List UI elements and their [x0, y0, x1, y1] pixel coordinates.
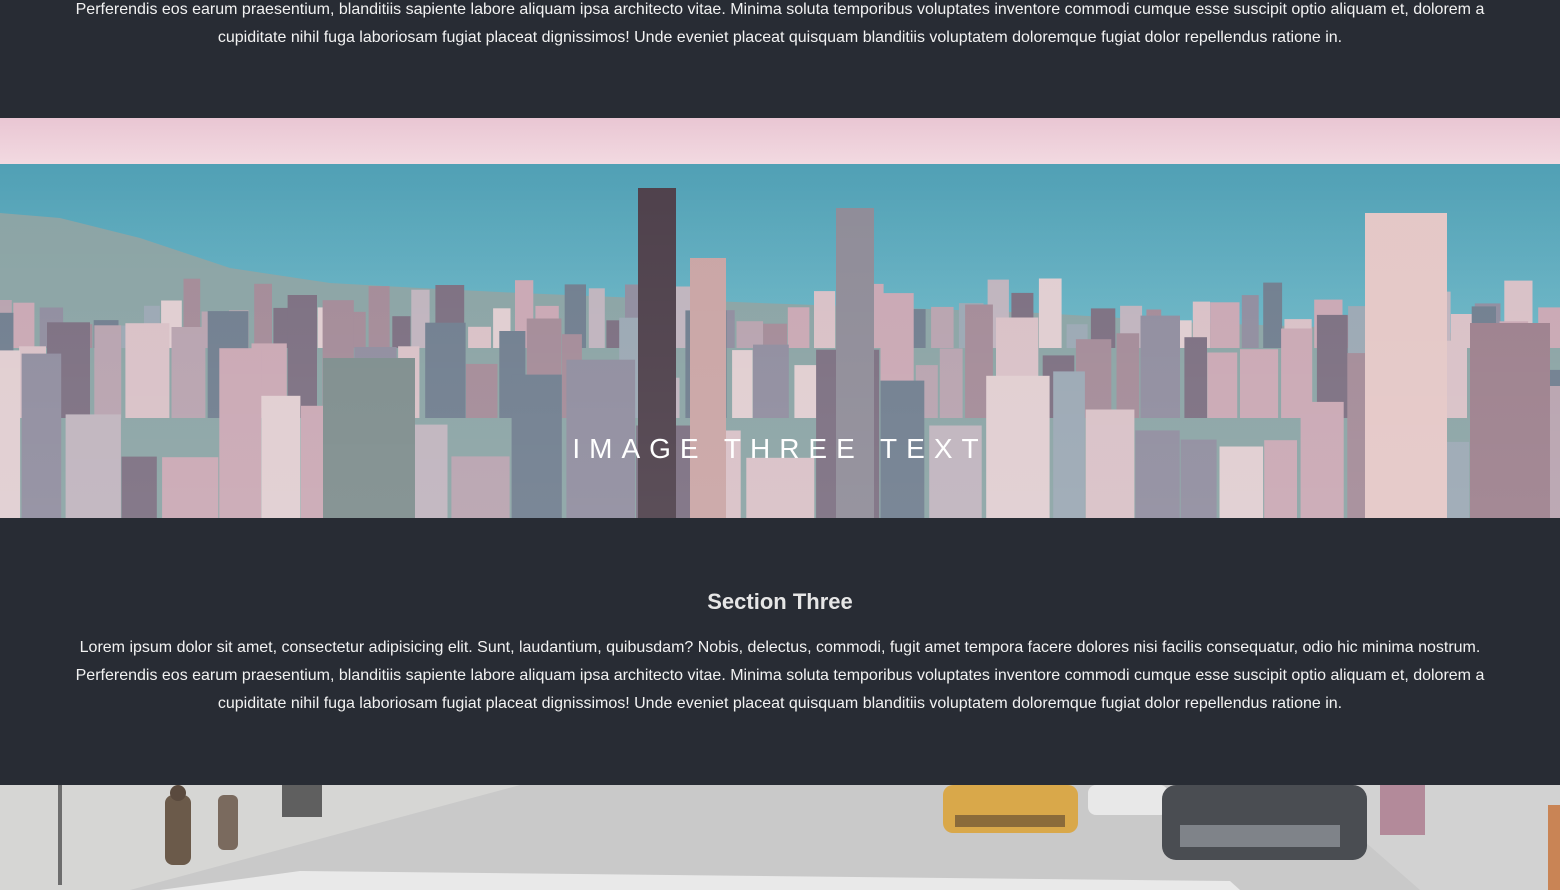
section-two-text: Perferendis eos earum praesentium, bland…: [0, 0, 1560, 118]
image-three-band: IMAGE THREE TEXT: [0, 118, 1560, 518]
section-three: Section Three Lorem ipsum dolor sit amet…: [0, 518, 1560, 785]
page: Perferendis eos earum praesentium, bland…: [0, 0, 1560, 890]
section-three-heading: Section Three: [707, 589, 853, 614]
section-two-paragraph: Perferendis eos earum praesentium, bland…: [75, 1, 1485, 46]
section-three-paragraph: Lorem ipsum dolor sit amet, consectetur …: [75, 639, 1485, 712]
street-image-band: [0, 785, 1560, 890]
image-three-caption: IMAGE THREE TEXT: [572, 433, 988, 464]
street-image: [0, 785, 1560, 890]
